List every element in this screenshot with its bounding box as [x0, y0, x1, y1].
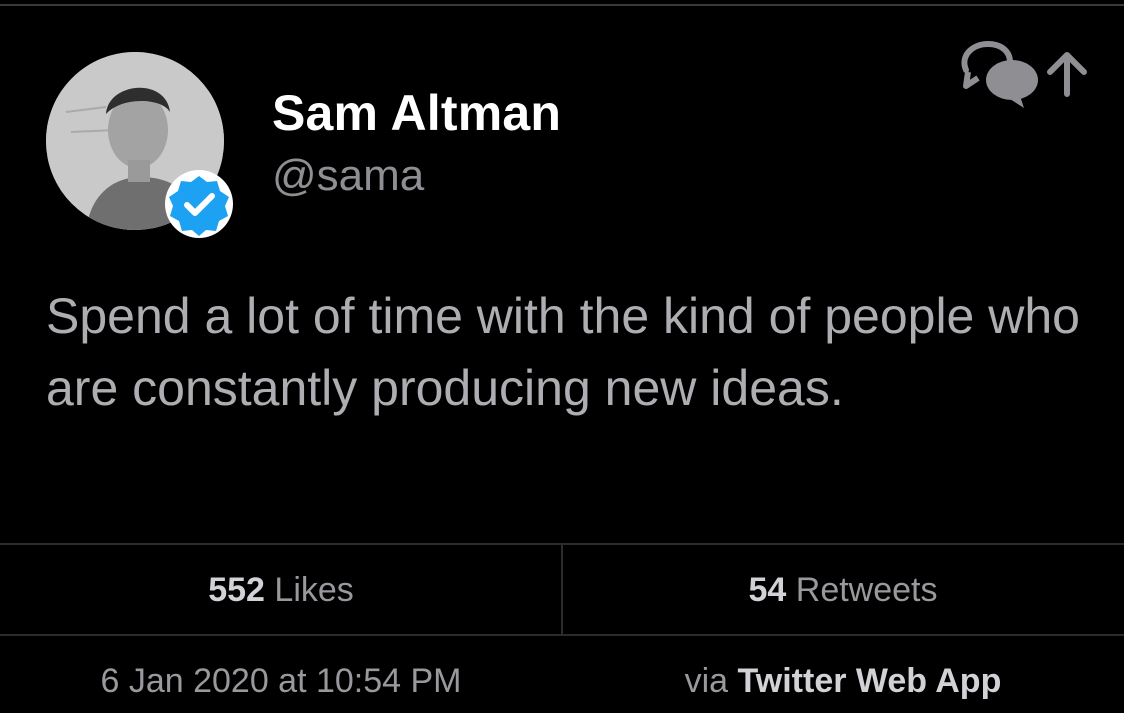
- tweet-timestamp: 6 Jan 2020 at 10:54 PM: [100, 662, 462, 700]
- likes-label: Likes: [274, 571, 354, 609]
- source-app[interactable]: Twitter Web App: [738, 662, 1002, 700]
- likes-count: 552: [208, 571, 265, 609]
- likes-stat[interactable]: 552 Likes: [0, 571, 562, 610]
- source-prefix: via: [684, 662, 729, 700]
- divider: [0, 634, 1124, 636]
- retweets-count: 54: [748, 571, 787, 609]
- tweet-source: via Twitter Web App: [562, 662, 1124, 701]
- reply-bubbles-icon[interactable]: [958, 36, 1040, 108]
- author-handle[interactable]: @sama: [272, 151, 424, 201]
- retweets-stat[interactable]: 54 Retweets: [562, 571, 1124, 610]
- verified-badge-icon: [165, 170, 233, 238]
- retweets-label: Retweets: [795, 571, 938, 609]
- top-divider: [0, 4, 1124, 6]
- share-arrow-icon[interactable]: [1040, 48, 1094, 98]
- tweet-text: Spend a lot of time with the kind of peo…: [46, 288, 1080, 416]
- author-name[interactable]: Sam Altman: [272, 84, 561, 142]
